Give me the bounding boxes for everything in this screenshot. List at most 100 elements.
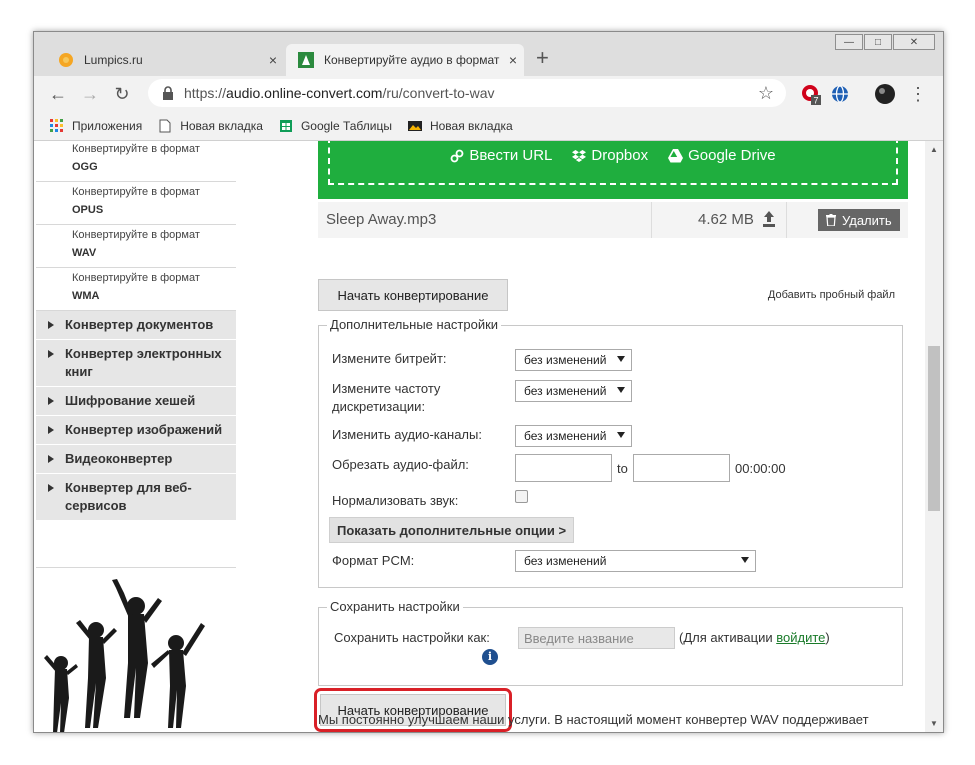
sidebar-category-webservices[interactable]: Конвертер для веб-сервисов — [36, 474, 236, 521]
dropbox-button[interactable]: Dropbox — [572, 147, 648, 164]
info-icon[interactable]: i — [482, 649, 498, 665]
expand-triangle-icon — [48, 350, 54, 358]
sidebar-item-wav[interactable]: Конвертируйте в формат WAV — [36, 225, 236, 268]
bitrate-label: Измените битрейт: — [332, 351, 447, 366]
sidebar-category-documents[interactable]: Конвертер документов — [36, 311, 236, 340]
divider — [651, 202, 652, 238]
bookmark-label: Новая вкладка — [429, 119, 513, 133]
apps-grid-icon — [50, 119, 63, 132]
bookmark-label: Приложения — [72, 119, 143, 133]
sidebar-item-wma[interactable]: Конвертируйте в формат WMA — [36, 268, 236, 311]
description-text: Мы постоянно улучшаем наши услуги. В нас… — [318, 712, 869, 727]
bookmark-label: Google Таблицы — [300, 119, 392, 133]
upload-options: Ввести URL Dropbox Google Drive — [318, 147, 908, 164]
opera-extension-icon[interactable]: 7 — [800, 83, 822, 105]
maximize-button[interactable]: □ — [864, 34, 892, 50]
tab-lumpics[interactable]: Lumpics.ru × — [46, 44, 284, 76]
add-sample-file-link[interactable]: Добавить пробный файл — [768, 289, 895, 301]
tab-close-icon[interactable]: × — [262, 52, 284, 68]
tab-title: Конвертируйте аудио в формат — [324, 53, 500, 67]
settings-name-input[interactable]: Введите название — [518, 627, 675, 649]
tab-strip: Lumpics.ru × Конвертируйте аудио в форма… — [34, 32, 943, 76]
back-arrow-icon[interactable]: ← — [48, 84, 68, 104]
expand-triangle-icon — [48, 397, 54, 405]
online-convert-favicon-icon — [298, 52, 314, 68]
trim-label: Обрезать аудио-файл: — [332, 457, 469, 472]
trim-end-input[interactable] — [633, 454, 730, 482]
trim-duration: 00:00:00 — [735, 461, 786, 476]
file-name: Sleep Away.mp3 — [326, 211, 437, 228]
expand-triangle-icon — [48, 426, 54, 434]
bookmark-label: Новая вкладка — [180, 119, 263, 133]
page-scrollbar[interactable]: ▲ ▼ — [925, 141, 943, 732]
sidebar-category-hashes[interactable]: Шифрование хешей — [36, 387, 236, 416]
globe-extension-icon[interactable] — [829, 83, 851, 105]
trim-start-input[interactable] — [515, 454, 612, 482]
enter-url-button[interactable]: Ввести URL — [450, 147, 552, 164]
menu-icon[interactable]: ⋮ — [908, 84, 928, 104]
channels-select[interactable]: без изменений — [515, 425, 632, 447]
profile-avatar-icon[interactable] — [874, 83, 896, 105]
trash-icon — [826, 214, 836, 226]
pcm-format-label: Формат PCM: — [332, 553, 415, 568]
scrollbar-thumb[interactable] — [928, 346, 940, 511]
sidebar-item-ogg[interactable]: Конвертируйте в формат OGG — [36, 141, 236, 182]
bookmark-new-tab-2[interactable]: Новая вкладка — [407, 119, 513, 133]
advanced-settings-legend: Дополнительные настройки — [327, 317, 502, 332]
google-drive-button[interactable]: Google Drive — [668, 147, 776, 164]
window-controls: — □ ✕ — [834, 34, 935, 50]
login-note: (Для активации войдите) — [679, 630, 830, 645]
save-settings-label: Сохранить настройки как: — [334, 630, 490, 645]
bookmark-google-sheets[interactable]: Google Таблицы — [279, 119, 392, 133]
browser-toolbar: ← → ↻ https://audio.online-convert.com/r… — [34, 76, 943, 112]
tab-close-icon[interactable]: × — [502, 52, 524, 68]
forward-arrow-icon[interactable]: → — [80, 84, 100, 104]
sidebar-category-ebooks[interactable]: Конвертер электронных книг — [36, 340, 236, 387]
scroll-up-arrow-icon[interactable]: ▲ — [925, 145, 943, 154]
bookmark-apps[interactable]: Приложения — [50, 119, 142, 133]
link-icon — [450, 149, 464, 162]
expand-triangle-icon — [48, 455, 54, 463]
sidebar-category-video[interactable]: Видеоконвертер — [36, 445, 236, 474]
login-link[interactable]: войдите — [776, 630, 825, 645]
page-content: Конвертируйте в формат OGG Конвертируйте… — [34, 141, 925, 732]
bitrate-select[interactable]: без изменений — [515, 349, 632, 371]
bookmark-new-tab[interactable]: Новая вкладка — [158, 119, 263, 133]
sidebar-category-images[interactable]: Конвертер изображений — [36, 416, 236, 445]
minimize-button[interactable]: — — [835, 34, 863, 50]
address-bar[interactable]: https://audio.online-convert.com/ru/conv… — [148, 79, 786, 107]
start-conversion-button-top[interactable]: Начать конвертирование — [318, 279, 508, 311]
expand-triangle-icon — [48, 321, 54, 329]
bookmark-star-icon[interactable]: ☆ — [758, 83, 774, 104]
delete-file-button[interactable]: Удалить — [818, 209, 900, 231]
reload-icon[interactable]: ↻ — [112, 84, 132, 104]
tab-title: Lumpics.ru — [84, 53, 143, 67]
normalize-checkbox[interactable] — [515, 490, 528, 503]
lumpics-favicon-icon — [59, 53, 73, 67]
new-tab-button[interactable]: + — [536, 46, 549, 70]
address-url: https://audio.online-convert.com/ru/conv… — [184, 85, 495, 101]
samplerate-label: Измените частоту дискретизации: — [332, 381, 441, 414]
normalize-label: Нормализовать звук: — [332, 493, 459, 508]
dropbox-icon — [572, 149, 587, 162]
browser-window: Lumpics.ru × Конвертируйте аудио в форма… — [33, 31, 944, 733]
file-size: 4.62 MB — [698, 211, 754, 228]
close-window-button[interactable]: ✕ — [893, 34, 935, 50]
tab-online-convert[interactable]: Конвертируйте аудио в формат × — [286, 44, 524, 76]
uploaded-file-row: Sleep Away.mp3 4.62 MB Удалить — [318, 202, 908, 238]
show-more-options-button[interactable]: Показать дополнительные опции > — [329, 517, 575, 543]
scroll-down-arrow-icon[interactable]: ▼ — [925, 719, 943, 728]
samplerate-select[interactable]: без изменений — [515, 380, 632, 402]
upload-done-icon — [763, 211, 775, 227]
pcm-format-select[interactable]: без изменений — [515, 550, 756, 572]
sheets-icon — [279, 120, 292, 132]
channels-label: Изменить аудио-каналы: — [332, 427, 482, 442]
dropdown-caret-icon — [617, 387, 625, 393]
dropdown-caret-icon — [617, 432, 625, 438]
save-settings-panel: Сохранить настройки Сохранить настройки … — [318, 599, 903, 686]
upload-dropzone[interactable]: Ввести URL Dropbox Google Drive — [318, 141, 908, 199]
sidebar-ad-image — [36, 567, 236, 732]
sidebar-item-opus[interactable]: Конвертируйте в формат OPUS — [36, 182, 236, 225]
page-icon — [159, 119, 171, 133]
advanced-settings-panel: Дополнительные настройки Измените битрей… — [318, 317, 903, 588]
